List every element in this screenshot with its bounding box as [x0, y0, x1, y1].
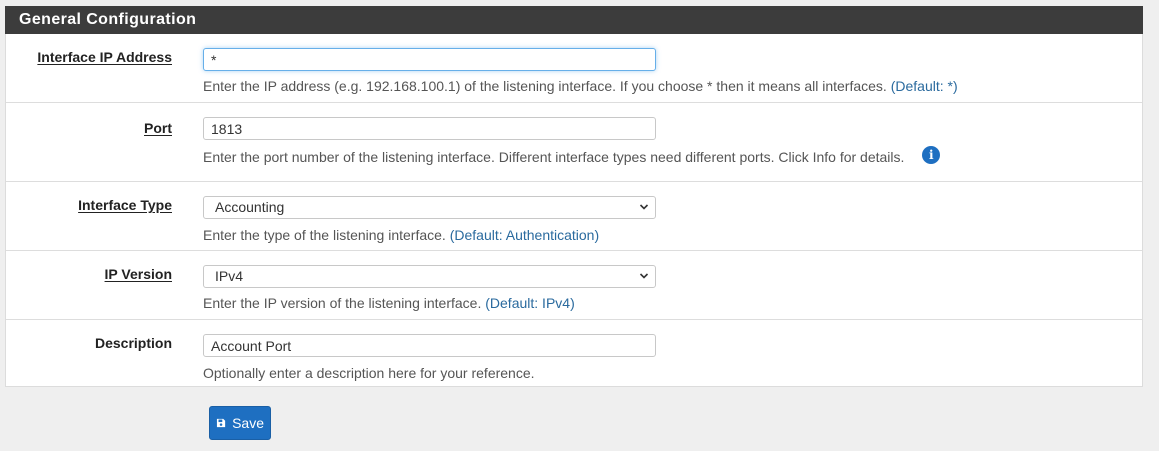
- ip-version-default: (Default: IPv4): [485, 295, 575, 311]
- interface-type-select[interactable]: Accounting: [203, 196, 656, 219]
- save-button-label: Save: [232, 415, 264, 431]
- ip-address-row: Interface IP Address Enter the IP addres…: [6, 34, 1142, 103]
- floppy-disk-icon: [216, 418, 226, 428]
- ip-address-input[interactable]: [203, 48, 656, 71]
- ip-version-select[interactable]: IPv4: [203, 265, 656, 288]
- interface-type-help-text: Enter the type of the listening interfac…: [203, 227, 446, 243]
- port-input[interactable]: [203, 117, 656, 140]
- ip-address-help: Enter the IP address (e.g. 192.168.100.1…: [203, 78, 958, 94]
- port-label: Port: [144, 120, 172, 136]
- description-help: Optionally enter a description here for …: [203, 365, 535, 381]
- description-input[interactable]: [203, 334, 656, 357]
- ip-version-value: IPv4: [215, 268, 244, 284]
- port-help-text: Enter the port number of the listening i…: [203, 149, 905, 165]
- description-label: Description: [94, 335, 172, 351]
- port-row: Port Enter the port number of the listen…: [6, 103, 1142, 182]
- ip-address-help-text: Enter the IP address (e.g. 192.168.100.1…: [203, 78, 887, 94]
- interface-type-default: (Default: Authentication): [449, 227, 600, 243]
- interface-type-label: Interface Type: [78, 197, 172, 213]
- chevron-down-icon: [639, 204, 649, 210]
- description-row: Description Optionally enter a descripti…: [6, 320, 1142, 388]
- port-help: Enter the port number of the listening i…: [203, 146, 941, 167]
- interface-type-help: Enter the type of the listening interfac…: [203, 227, 599, 243]
- ip-version-help: Enter the IP version of the listening in…: [203, 295, 575, 311]
- ip-version-row: IP Version IPv4 Enter the IP version of …: [6, 251, 1142, 320]
- info-icon[interactable]: i: [922, 146, 941, 165]
- ip-address-label: Interface IP Address: [37, 49, 172, 65]
- ip-version-label: IP Version: [104, 266, 172, 282]
- ip-version-help-text: Enter the IP version of the listening in…: [203, 295, 482, 311]
- save-button[interactable]: Save: [209, 406, 271, 440]
- chevron-down-icon: [639, 273, 649, 279]
- interface-type-value: Accounting: [215, 199, 285, 215]
- general-configuration-panel: General Configuration Interface IP Addre…: [5, 6, 1143, 387]
- panel-title: General Configuration: [5, 6, 1143, 34]
- ip-address-default: (Default: *): [890, 78, 958, 94]
- interface-type-row: Interface Type Accounting Enter the type…: [6, 182, 1142, 251]
